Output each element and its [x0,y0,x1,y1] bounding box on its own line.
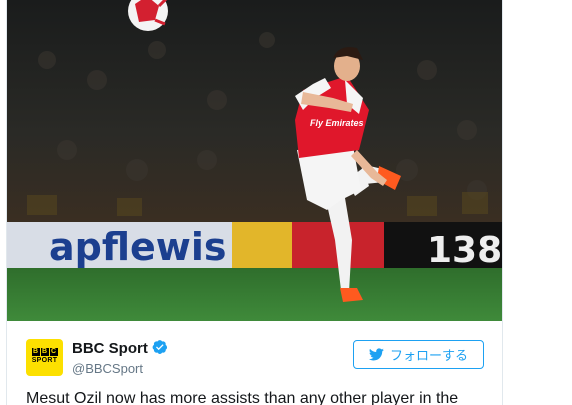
ad-board-digits: 138 [427,230,502,271]
ad-board-text: apflewis [49,225,227,269]
logo-block: B [31,348,40,356]
follow-button[interactable]: フォローする [353,340,484,369]
author-info: BBC Sport @BBCSport [72,339,168,376]
tweet-text: Mesut Ozil now has more assists than any… [26,390,459,405]
author-name[interactable]: BBC Sport [72,340,148,357]
author-handle[interactable]: @BBCSport [72,361,168,376]
logo-word: SPORT [31,357,58,364]
football-player-photo: apflewis 138 Fly Emirates [7,0,502,321]
avatar[interactable]: B B C SPORT [26,339,63,376]
follow-button-label: フォローする [389,349,468,364]
bbc-sport-logo: B B C SPORT [31,348,58,367]
logo-block: B [40,348,49,356]
bird-icon [368,348,384,361]
tweet-photo[interactable]: apflewis 138 Fly Emirates [7,0,502,321]
shirt-sponsor: Fly Emirates [310,118,364,128]
verified-badge-icon [152,340,167,354]
tweet-card: apflewis 138 Fly Emirates B B C SPORT BB… [6,0,503,405]
logo-block: C [49,348,58,356]
tweet-author: B B C SPORT BBC Sport @BBCSport フォローする [26,337,486,377]
